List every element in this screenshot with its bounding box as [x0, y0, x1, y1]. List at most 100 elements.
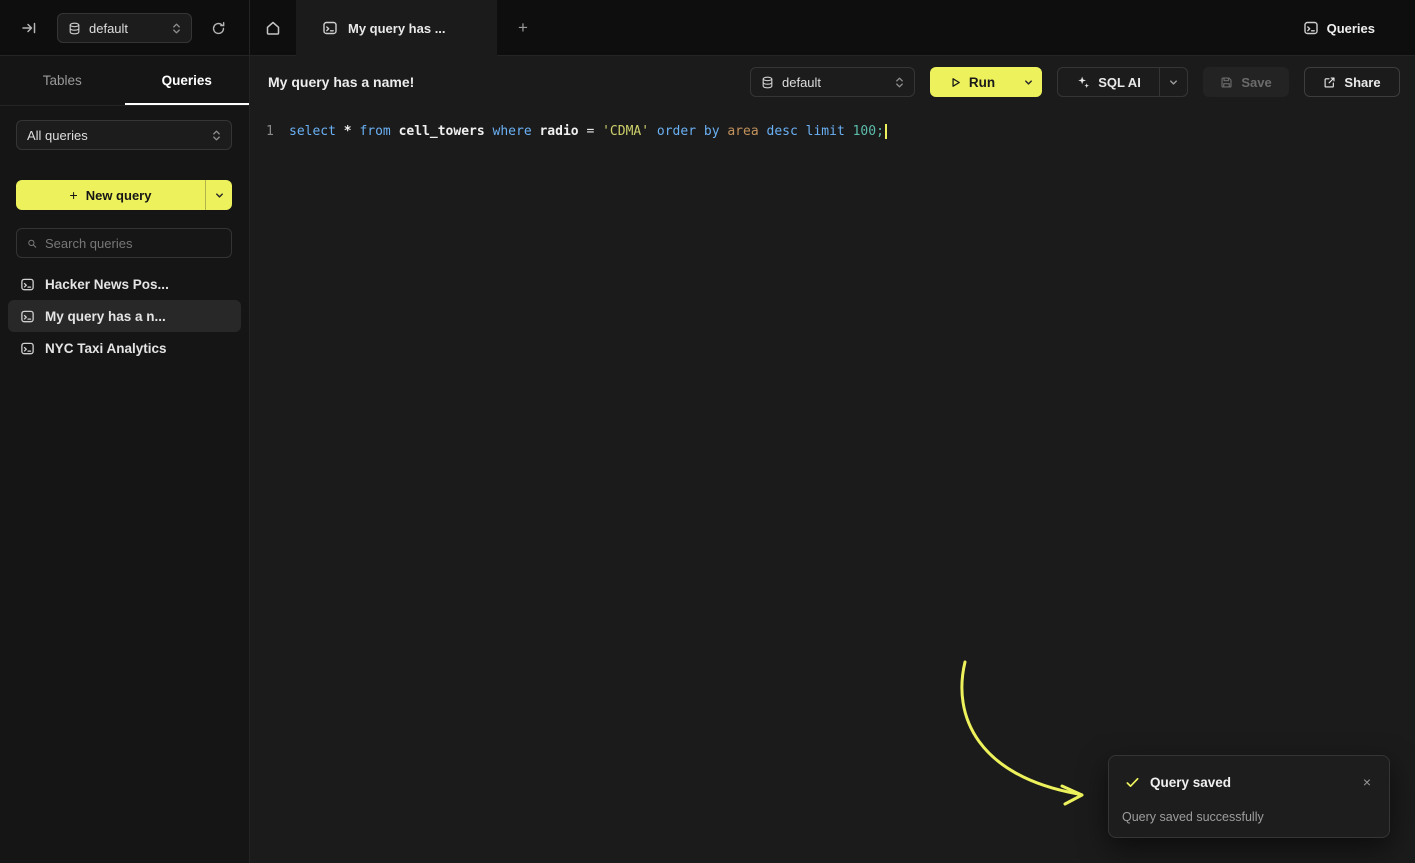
editor-tab-title: My query has ...	[348, 21, 446, 36]
query-icon	[20, 341, 35, 356]
editor-toolbar: default Run SQL AI	[750, 67, 1400, 97]
share-label: Share	[1344, 75, 1380, 90]
sidebar-tab-queries-label: Queries	[162, 73, 212, 88]
topbar-divider	[249, 0, 250, 56]
toast-title: Query saved	[1150, 775, 1231, 790]
query-icon	[20, 309, 35, 324]
sql-editor[interactable]: 1 select * from cell_towers where radio …	[250, 108, 1415, 863]
code-line[interactable]: select * from cell_towers where radio = …	[289, 124, 887, 139]
sql-token-string: 'CDMA'	[602, 124, 657, 139]
query-list-item[interactable]: My query has a n...	[8, 300, 241, 332]
query-list: Hacker News Pos... My query has a n... N…	[8, 268, 241, 364]
editor-tab[interactable]: My query has ...	[296, 0, 497, 56]
chevron-up-down-icon	[172, 22, 181, 35]
chevron-down-icon	[214, 190, 225, 201]
search-queries-box	[16, 228, 232, 258]
save-label: Save	[1241, 75, 1271, 90]
sql-token-keyword: limit	[806, 124, 853, 139]
collapse-sidebar-button[interactable]	[17, 16, 41, 40]
new-tab-button[interactable]: +	[511, 16, 535, 40]
query-filter-value: All queries	[27, 128, 88, 143]
search-icon	[27, 237, 37, 250]
sql-token-number: 100	[853, 124, 876, 139]
database-icon	[68, 22, 81, 35]
new-query-split-button: + New query	[16, 180, 232, 210]
sql-token-keyword: desc	[767, 124, 806, 139]
run-button[interactable]: Run	[930, 67, 1014, 97]
home-button[interactable]	[261, 16, 285, 40]
sql-ai-label: SQL AI	[1098, 75, 1141, 90]
query-title: My query has a name!	[268, 56, 414, 108]
refresh-button[interactable]	[206, 16, 230, 40]
new-query-button[interactable]: + New query	[16, 180, 205, 210]
database-selector-main[interactable]: default	[750, 67, 915, 97]
query-list-item-label: NYC Taxi Analytics	[45, 341, 167, 356]
plus-icon: +	[70, 187, 78, 203]
text-cursor	[885, 124, 887, 139]
query-list-item-label: My query has a n...	[45, 309, 166, 324]
line-number: 1	[266, 124, 274, 139]
query-header: My query has a name! default Run	[250, 56, 1415, 108]
collapse-sidebar-icon	[21, 20, 37, 36]
sql-token-star: *	[344, 124, 360, 139]
sql-token-keyword: by	[704, 124, 727, 139]
query-list-item[interactable]: Hacker News Pos...	[8, 268, 241, 300]
sql-token-identifier: radio	[539, 124, 586, 139]
database-selector-topbar[interactable]: default	[57, 13, 192, 43]
sidebar: Tables Queries All queries + New query H…	[0, 56, 250, 863]
sparkle-icon	[1076, 75, 1090, 89]
toast-header: Query saved	[1125, 775, 1231, 790]
queries-icon	[1303, 20, 1319, 36]
sql-ai-options-button[interactable]	[1160, 68, 1187, 96]
sql-ai-button[interactable]: SQL AI	[1058, 68, 1159, 96]
save-icon	[1220, 76, 1233, 89]
sql-token-identifier: cell_towers	[399, 124, 493, 139]
sql-ai-split-button: SQL AI	[1057, 67, 1188, 97]
search-queries-input[interactable]	[45, 236, 221, 251]
queries-indicator-label: Queries	[1327, 21, 1375, 36]
new-query-dropdown-button[interactable]	[206, 180, 232, 210]
sidebar-tabs: Tables Queries	[0, 56, 249, 106]
share-button[interactable]: Share	[1304, 67, 1400, 97]
sql-tokens: select * from cell_towers where radio = …	[289, 124, 884, 139]
toast-message: Query saved successfully	[1122, 810, 1264, 824]
database-selector-value: default	[89, 21, 128, 36]
queries-indicator[interactable]: Queries	[1303, 0, 1375, 56]
close-icon: ×	[1363, 774, 1371, 790]
query-filter-select[interactable]: All queries	[16, 120, 232, 150]
sql-token-keyword: order	[657, 124, 704, 139]
sidebar-tab-tables-label: Tables	[43, 73, 82, 88]
new-query-label: New query	[86, 188, 152, 203]
query-list-item[interactable]: NYC Taxi Analytics	[8, 332, 241, 364]
sql-token-field: area	[727, 124, 766, 139]
plus-icon: +	[518, 18, 528, 38]
sql-token-operator: =	[586, 124, 602, 139]
query-icon	[322, 20, 338, 36]
database-selector-value: default	[782, 75, 821, 90]
chevron-up-down-icon	[212, 129, 221, 142]
sql-token-keyword: select	[289, 124, 344, 139]
save-button[interactable]: Save	[1203, 67, 1289, 97]
sql-token-punctuation: ;	[876, 124, 884, 139]
home-icon	[265, 20, 281, 36]
sidebar-tab-queries[interactable]: Queries	[125, 56, 250, 105]
toast-query-saved: Query saved × Query saved successfully	[1108, 755, 1390, 838]
toast-close-button[interactable]: ×	[1357, 772, 1377, 792]
query-list-item-label: Hacker News Pos...	[45, 277, 169, 292]
chevron-up-down-icon	[895, 76, 904, 89]
sidebar-tab-tables[interactable]: Tables	[0, 56, 125, 105]
run-label: Run	[969, 75, 995, 90]
share-icon	[1323, 76, 1336, 89]
run-options-button[interactable]	[1015, 67, 1042, 97]
refresh-icon	[211, 21, 226, 36]
main-area: My query has a name! default Run	[250, 56, 1415, 863]
chevron-down-icon	[1168, 77, 1179, 88]
sql-token-keyword: from	[359, 124, 398, 139]
check-icon	[1125, 775, 1140, 790]
sql-token-keyword: where	[493, 124, 540, 139]
play-icon	[949, 76, 962, 89]
query-icon	[20, 277, 35, 292]
topbar: default My query has ... + Queries	[0, 0, 1415, 56]
chevron-down-icon	[1023, 77, 1034, 88]
database-icon	[761, 76, 774, 89]
